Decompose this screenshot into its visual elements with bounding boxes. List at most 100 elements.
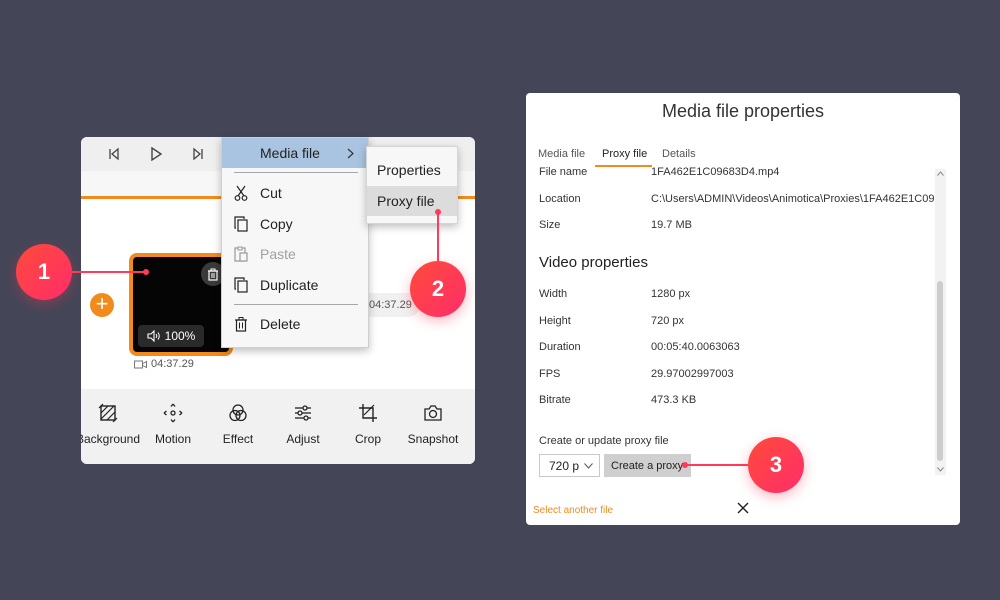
tool-snapshot[interactable]: Snapshot: [402, 403, 464, 446]
trash-icon: [235, 317, 247, 332]
previous-frame-icon: [109, 147, 119, 161]
media-file-submenu: Properties Proxy file: [366, 146, 458, 224]
scrollbar-thumb[interactable]: [937, 281, 943, 461]
background-icon: [98, 403, 118, 423]
callout-3-connector: [684, 464, 750, 466]
tool-effect[interactable]: Effect: [207, 403, 269, 446]
location-label: Location: [539, 193, 581, 205]
menu-item-media-file[interactable]: Media file: [222, 138, 368, 168]
close-dialog-button[interactable]: [736, 501, 750, 515]
duplicate-icon: [234, 277, 248, 293]
tool-label: Effect: [222, 432, 254, 446]
tool-label: Motion: [154, 432, 192, 446]
location-value: C:\Users\ADMIN\Videos\Animotica\Proxies\…: [651, 193, 935, 205]
properties-scrollbar[interactable]: [935, 169, 946, 475]
tool-motion[interactable]: Motion: [142, 403, 204, 446]
dialog-title: Media file properties: [661, 101, 825, 121]
submenu-item-properties[interactable]: Properties: [367, 155, 457, 185]
height-value: 720 px: [651, 315, 685, 327]
play-button[interactable]: [145, 143, 167, 165]
tool-crop[interactable]: Crop: [337, 403, 399, 446]
close-icon: [737, 502, 749, 514]
resolution-select-value: 720 p: [549, 458, 580, 473]
video-properties-heading: Video properties: [539, 254, 648, 271]
context-menu: Media file Cut Copy Paste Duplicate Dele…: [221, 137, 369, 348]
tool-label: Adjust: [286, 432, 320, 446]
bitrate-value: 473.3 KB: [651, 394, 697, 406]
callout-1-dot: [143, 269, 149, 275]
speaker-icon: [147, 330, 160, 342]
bitrate-label: Bitrate: [539, 394, 571, 406]
tool-label: Snapshot: [407, 432, 459, 446]
callout-badge-1: 1: [16, 244, 72, 300]
play-icon: [151, 146, 163, 162]
resolution-select[interactable]: 720 p: [539, 454, 600, 477]
adjust-icon: [295, 405, 311, 421]
tool-label: Background: [81, 432, 141, 446]
active-tab-indicator: [595, 165, 652, 167]
create-proxy-button-label: Create a proxy: [611, 459, 684, 472]
menu-item-duplicate[interactable]: Duplicate: [222, 270, 368, 300]
menu-item-copy[interactable]: Copy: [222, 209, 368, 239]
clip-duration-value: 04:37.29: [151, 358, 194, 370]
menu-item-label: Delete: [260, 316, 301, 332]
video-camera-icon: [134, 360, 147, 368]
trash-icon: [208, 268, 218, 281]
tab-details[interactable]: Details: [662, 148, 696, 160]
menu-separator: [234, 304, 358, 305]
fps-value: 29.97002997003: [651, 368, 734, 380]
callout-2-connector: [437, 212, 439, 264]
callout-badge-2: 2: [410, 261, 466, 317]
motion-icon: [163, 403, 183, 423]
callout-1-connector: [72, 271, 146, 273]
callout-2-dot: [435, 209, 441, 215]
paste-icon: [234, 246, 248, 262]
copy-icon: [234, 216, 248, 232]
crop-icon: [359, 404, 377, 422]
callout-badge-3: 3: [748, 437, 804, 493]
next-frame-button[interactable]: [187, 143, 209, 165]
submenu-item-proxy-file[interactable]: Proxy file: [367, 186, 457, 216]
plus-icon: +: [95, 291, 109, 316]
menu-item-label: Cut: [260, 185, 282, 201]
file-name-label: File name: [539, 166, 588, 178]
menu-item-delete[interactable]: Delete: [222, 309, 368, 339]
menu-item-label: Paste: [260, 246, 296, 262]
duration-value: 00:05:40.0063063: [651, 341, 740, 353]
width-label: Width: [539, 288, 568, 300]
file-name-value: 1FA462E1C09683D4.mp4: [651, 166, 780, 178]
tab-proxy-file[interactable]: Proxy file: [602, 148, 647, 160]
menu-separator: [234, 172, 358, 173]
tab-media-file[interactable]: Media file: [538, 148, 585, 160]
clip-volume-value: 100%: [164, 329, 196, 343]
menu-item-label: Copy: [260, 216, 293, 232]
width-value: 1280 px: [651, 288, 691, 300]
tool-adjust[interactable]: Adjust: [272, 403, 334, 446]
next-frame-icon: [193, 147, 203, 161]
tool-background[interactable]: Background: [81, 403, 141, 446]
tool-label: Crop: [354, 432, 381, 446]
callout-3-dot: [682, 462, 688, 468]
media-file-properties-dialog: Media file properties Media file Proxy f…: [526, 93, 960, 525]
size-label: Size: [539, 219, 561, 231]
menu-item-label: Media file: [260, 145, 320, 161]
chevron-down-icon: [584, 462, 593, 469]
tool-bar: Background Motion Effect Adjust Crop Sna…: [81, 389, 475, 464]
create-proxy-button[interactable]: Create a proxy: [604, 454, 691, 477]
select-another-file-link[interactable]: Select another file: [533, 505, 613, 516]
clip-duration: 04:37.29: [134, 358, 194, 370]
scroll-up-icon: [937, 171, 944, 176]
clip-volume[interactable]: 100%: [138, 325, 204, 347]
height-label: Height: [539, 315, 571, 327]
snapshot-icon: [424, 405, 442, 421]
menu-item-label: Duplicate: [260, 277, 319, 293]
menu-item-paste[interactable]: Paste: [222, 239, 368, 269]
menu-item-cut[interactable]: Cut: [222, 178, 368, 208]
size-value: 19.7 MB: [651, 219, 692, 231]
effect-icon: [229, 404, 247, 422]
scissors-icon: [234, 185, 248, 201]
duration-label: Duration: [539, 341, 581, 353]
create-proxy-label: Create or update proxy file: [539, 435, 669, 447]
previous-frame-button[interactable]: [103, 143, 125, 165]
add-media-button[interactable]: +: [90, 293, 114, 317]
